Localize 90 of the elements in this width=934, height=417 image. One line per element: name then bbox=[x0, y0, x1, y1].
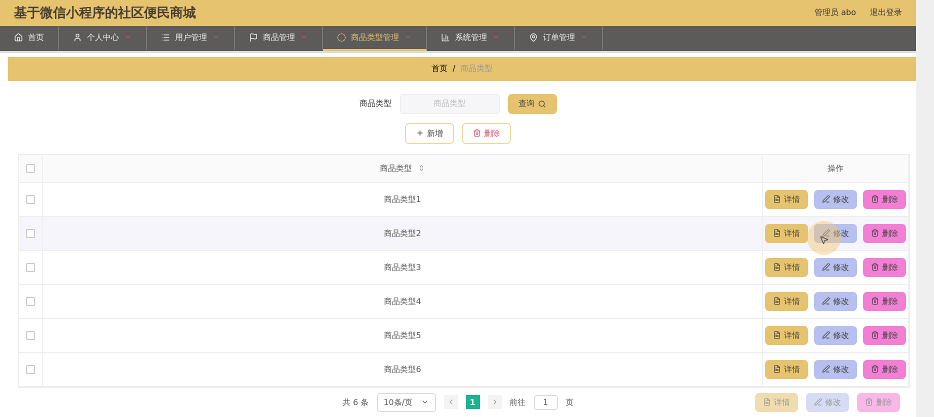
row-action-button[interactable]: 删除 bbox=[863, 190, 906, 209]
user-icon bbox=[73, 32, 82, 42]
breadcrumb-home[interactable]: 首页 bbox=[432, 63, 448, 74]
table-cell: 商品类型2 bbox=[384, 228, 422, 239]
user-name: 管理员 abo bbox=[814, 7, 856, 18]
next-page-button[interactable] bbox=[488, 395, 502, 410]
checkbox[interactable] bbox=[26, 228, 35, 238]
row-action-button[interactable]: 修改 bbox=[814, 326, 857, 345]
delete-icon bbox=[871, 229, 879, 238]
table-cell: 商品类型3 bbox=[384, 262, 422, 273]
row-action-button[interactable]: 详情 bbox=[765, 292, 808, 311]
row-action-button[interactable]: 详情 bbox=[765, 190, 808, 209]
checkbox[interactable] bbox=[26, 330, 35, 340]
goto-suffix: 页 bbox=[566, 396, 574, 408]
search-field[interactable]: 商品类型 bbox=[400, 94, 500, 114]
circle-icon bbox=[337, 32, 346, 42]
nav-tab[interactable]: 订单管理 bbox=[515, 26, 603, 52]
details-icon bbox=[773, 365, 781, 374]
home-icon bbox=[14, 32, 23, 42]
row-action-button[interactable]: 详情 bbox=[765, 360, 808, 379]
search-button[interactable]: 查询 bbox=[508, 94, 556, 114]
row-action-button[interactable]: 修改 bbox=[814, 258, 857, 277]
search-label: 商品类型 bbox=[360, 98, 392, 110]
checkbox[interactable] bbox=[26, 194, 35, 204]
row-action-button[interactable]: 详情 bbox=[765, 258, 808, 277]
row-action-button[interactable]: 删除 bbox=[863, 292, 906, 311]
plus-icon bbox=[416, 129, 424, 138]
table-cell: 商品类型5 bbox=[384, 330, 422, 341]
edit-icon bbox=[822, 331, 830, 340]
table-cell: 商品类型4 bbox=[384, 296, 422, 307]
row-action-button[interactable]: 详情 bbox=[765, 224, 808, 243]
delete-icon bbox=[871, 365, 879, 374]
details-icon bbox=[773, 229, 781, 238]
search-icon bbox=[538, 100, 546, 108]
edit-icon bbox=[822, 365, 830, 374]
logout-link[interactable]: 退出登录 bbox=[870, 7, 902, 18]
details-icon bbox=[763, 398, 771, 406]
nav-tab[interactable]: 系统管理 bbox=[427, 26, 515, 52]
edit-icon bbox=[814, 398, 822, 406]
row-action-button[interactable]: 修改 bbox=[814, 360, 857, 379]
delete-icon bbox=[871, 297, 879, 306]
cursor-icon bbox=[819, 234, 829, 245]
nav-tab[interactable]: 商品管理 bbox=[235, 26, 323, 52]
details-icon bbox=[773, 297, 781, 306]
pin-icon bbox=[529, 32, 538, 42]
delete-icon bbox=[871, 195, 879, 204]
column-header: 操作 bbox=[828, 162, 844, 174]
row-action-button[interactable]: 删除 bbox=[863, 326, 906, 345]
table-cell: 商品类型6 bbox=[384, 364, 422, 375]
delete-icon bbox=[865, 398, 873, 406]
row-action-button[interactable]: 修改 bbox=[814, 190, 857, 209]
row-action-button[interactable]: 删除 bbox=[863, 224, 906, 243]
edit-icon bbox=[822, 229, 830, 238]
details-icon bbox=[773, 263, 781, 272]
row-action-button[interactable]: 删除 bbox=[863, 360, 906, 379]
table-cell: 商品类型1 bbox=[384, 194, 422, 205]
total-count: 共 6 条 bbox=[342, 396, 369, 408]
page-size-select[interactable]: 10条/页 bbox=[376, 392, 436, 412]
column-header[interactable]: 商品类型 bbox=[380, 162, 412, 174]
breadcrumb-current: 商品类型 bbox=[460, 63, 492, 74]
add-button[interactable]: 新增 bbox=[405, 122, 454, 144]
prev-page-button[interactable] bbox=[444, 395, 458, 410]
row-action-button[interactable]: 修改 bbox=[814, 292, 857, 311]
nav-tab[interactable]: 商品类型管理 bbox=[323, 26, 427, 52]
goto-field[interactable]: 1 bbox=[534, 394, 558, 410]
delete-button[interactable]: 删除 bbox=[462, 122, 511, 144]
checkbox[interactable] bbox=[26, 262, 35, 272]
list-icon bbox=[161, 32, 170, 42]
delete-icon bbox=[871, 263, 879, 272]
details-icon bbox=[773, 195, 781, 204]
row-action-button[interactable]: 详情 bbox=[765, 326, 808, 345]
chart-icon bbox=[441, 32, 450, 42]
nav-tab[interactable]: 个人中心 bbox=[59, 26, 147, 52]
details-icon bbox=[773, 331, 781, 340]
edit-icon bbox=[822, 195, 830, 204]
nav-tab[interactable]: 首页 bbox=[0, 26, 59, 52]
app-title: 基于微信小程序的社区便民商城 bbox=[14, 4, 196, 22]
checkbox[interactable] bbox=[26, 296, 35, 306]
row-action-button[interactable]: 删除 bbox=[863, 258, 906, 277]
breadcrumb-separator: / bbox=[452, 64, 456, 74]
nav-tab[interactable]: 用户管理 bbox=[147, 26, 235, 52]
edit-icon bbox=[822, 263, 830, 272]
flag-icon bbox=[249, 32, 258, 42]
trash-icon bbox=[473, 129, 481, 138]
checkbox[interactable] bbox=[26, 164, 35, 173]
edit-icon bbox=[822, 297, 830, 306]
row-action-button[interactable]: 修改 bbox=[814, 224, 857, 243]
checkbox[interactable] bbox=[26, 364, 35, 374]
goto-label: 前往 bbox=[510, 396, 526, 408]
delete-icon bbox=[871, 331, 879, 340]
